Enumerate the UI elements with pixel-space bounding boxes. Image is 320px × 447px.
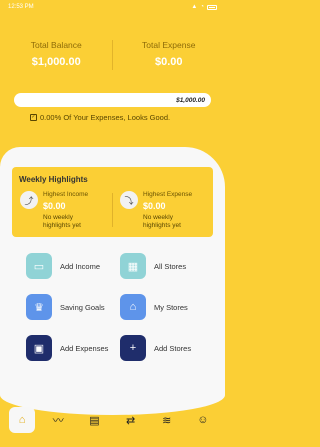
total-expense: Total Expense $0.00 — [113, 40, 226, 68]
wallet-icon: ▭ — [26, 253, 52, 279]
total-balance: Total Balance $1,000.00 — [0, 40, 113, 68]
highest-income-sub: No weekly highlights yet — [43, 214, 81, 229]
weekly-highlights-card: Weekly Highlights ⤴ Highest Income $0.00… — [12, 167, 213, 237]
total-balance-label: Total Balance — [30, 40, 82, 50]
saving-goals-label: Saving Goals — [60, 302, 105, 312]
wifi-icon: ◔ — [200, 4, 204, 10]
layers-icon[interactable]: ≋ — [154, 407, 180, 433]
add-income-label: Add Income — [60, 261, 101, 271]
profile-icon[interactable]: ☺ — [190, 407, 216, 433]
all-stores-button[interactable]: ▦ All Stores — [120, 253, 186, 279]
store-icon: ⌂ — [120, 294, 146, 320]
add-stores-label: Add Stores — [154, 343, 192, 353]
highest-income: ⤴ Highest Income $0.00 No weekly highlig… — [20, 191, 95, 230]
total-expense-value: $0.00 — [154, 56, 183, 68]
store-icon[interactable]: ▤ — [81, 407, 107, 433]
highest-expense-label: Highest Expense — [143, 191, 193, 198]
plus-icon: + — [120, 335, 146, 361]
add-stores-button[interactable]: + Add Stores — [120, 335, 191, 361]
trend-icon[interactable]: 〰 — [45, 407, 71, 433]
weekly-highlights-title: Weekly Highlights — [19, 175, 88, 184]
my-stores-label: My Stores — [154, 302, 188, 312]
building-icon: ▦ — [120, 253, 146, 279]
status-icons: ▲ ◔ — [191, 4, 217, 10]
highest-expense-sub: No weekly highlights yet — [143, 214, 181, 229]
bottom-nav: ⌂ 〰 ▤ ⇄ ≋ ☺ — [0, 405, 225, 435]
status-time: 12:53 PM — [8, 4, 34, 10]
add-expenses-label: Add Expenses — [60, 343, 109, 353]
home-icon[interactable]: ⌂ — [9, 407, 36, 433]
highest-expense: ⤵ Highest Expense $0.00 No weekly highli… — [120, 191, 195, 230]
status-bar: 12:53 PM ▲ ◔ — [0, 0, 225, 14]
highest-income-value: $0.00 — [43, 201, 66, 211]
money-icon: ▣ — [26, 335, 52, 361]
total-expense-label: Total Expense — [142, 40, 196, 50]
signal-icon: ▲ — [191, 4, 198, 10]
progress-amount: $1,000.00 — [176, 96, 205, 104]
trend-up-icon: ⤴ — [20, 191, 38, 209]
transfer-icon[interactable]: ⇄ — [118, 407, 144, 433]
balance-progress-bar: $1,000.00 — [14, 93, 211, 107]
trend-down-icon: ⤵ — [120, 191, 138, 209]
highest-income-label: Highest Income — [43, 191, 89, 198]
all-stores-label: All Stores — [154, 261, 187, 271]
add-expenses-button[interactable]: ▣ Add Expenses — [26, 335, 108, 361]
my-stores-button[interactable]: ⌂ My Stores — [120, 294, 188, 320]
add-income-button[interactable]: ▭ Add Income — [26, 253, 100, 279]
trophy-icon: ♛ — [26, 294, 52, 320]
expense-note: ✓ 0.00% Of Your Expenses, Looks Good. — [30, 113, 170, 122]
check-icon: ✓ — [30, 114, 37, 121]
highest-expense-value: $0.00 — [143, 201, 166, 211]
expense-note-text: 0.00% Of Your Expenses, Looks Good. — [40, 113, 171, 122]
battery-icon — [207, 4, 217, 10]
total-balance-value: $1,000.00 — [31, 56, 81, 68]
weekly-divider — [112, 193, 113, 227]
totals-divider — [112, 40, 113, 70]
saving-goals-button[interactable]: ♛ Saving Goals — [26, 294, 105, 320]
